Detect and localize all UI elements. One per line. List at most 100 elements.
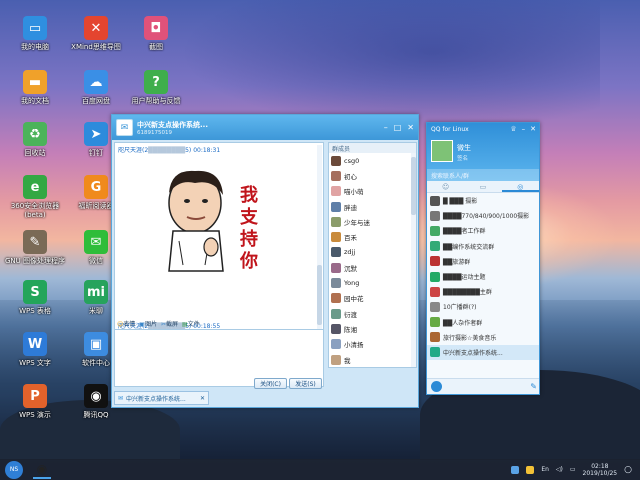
desktop-icon[interactable]: ✎ GNU 图像处理程序 — [5, 230, 65, 266]
folder-icon: ▬ — [23, 70, 47, 94]
member-avatar — [331, 323, 341, 334]
minimize-icon[interactable]: – — [522, 125, 526, 133]
contact-search-input[interactable]: 搜索联系人/群 — [427, 169, 539, 181]
conversation-item[interactable]: ████770/840/900/1000摄影 — [427, 208, 539, 223]
tab-groups[interactable]: ▭ — [464, 181, 501, 192]
close-icon[interactable]: ✕ — [407, 123, 414, 132]
member-row[interactable]: 胖迪 — [329, 199, 416, 214]
conversation-item[interactable]: █ ███ 摄影 — [427, 193, 539, 208]
member-avatar — [331, 186, 341, 197]
desktop-icon[interactable]: ◘ 截图 — [126, 16, 186, 52]
send-button[interactable]: 发送(S) — [289, 378, 322, 389]
wps-sheet-icon: S — [23, 280, 47, 304]
tools-icon[interactable]: ✎ — [530, 382, 537, 391]
member-list-header: 群成员 — [329, 143, 416, 153]
maximize-icon[interactable]: □ — [394, 123, 402, 132]
qq-menu-icon[interactable] — [431, 381, 442, 392]
conversation-item[interactable]: 10广播群(?) — [427, 299, 539, 314]
volume-icon[interactable]: ◁) — [556, 466, 563, 473]
desktop-icon-label: WPS 演示 — [19, 411, 51, 419]
chat-title: 中兴新支点操作系统... — [137, 120, 208, 129]
desktop-icon[interactable]: ♻ 回收站 — [5, 122, 65, 158]
member-name: 少年与迷 — [344, 218, 370, 227]
xmind-icon: ✕ — [84, 16, 108, 40]
conversation-item[interactable]: ██人杂作者群 — [427, 315, 539, 330]
skin-icon[interactable]: ♕ — [510, 125, 516, 133]
signature[interactable]: 签名 — [457, 154, 468, 162]
member-scrollbar[interactable] — [411, 153, 416, 367]
conversation-item[interactable]: ████者工作群 — [427, 223, 539, 238]
member-name: 小清扬 — [344, 341, 364, 350]
tab-close-icon[interactable]: ✕ — [200, 395, 205, 402]
desktop-icon[interactable]: ☁ 百度网盘 — [66, 70, 126, 106]
start-menu-button[interactable]: NS — [5, 460, 23, 479]
desktop-icon[interactable]: S WPS 表格 — [5, 280, 65, 316]
qq-main-panel[interactable]: QQ for Linux ♕ – ✕ 微生 签名 搜索联系人/群 ☺ ▭ ◎ █… — [426, 122, 540, 395]
member-row[interactable]: 沉默 — [329, 260, 416, 275]
conversation-avatar — [430, 225, 440, 236]
chat-session-tab[interactable]: ✉ 中兴新支点操作系统... ✕ — [114, 391, 209, 405]
message-area[interactable]: 咫尺天涯(2████████5) 00:18:31 我支持你 咫尺天涯(2███… — [114, 142, 324, 342]
group-chat-window[interactable]: ✉ 中兴新支点操作系统... 6189175019 – □ ✕ 咫尺天涯(2██… — [111, 114, 419, 408]
conversation-item[interactable]: ████████主群 — [427, 284, 539, 299]
member-row[interactable]: 我 — [329, 352, 416, 367]
desktop-icon[interactable]: ▭ 我的电脑 — [5, 16, 65, 52]
image-tool[interactable]: ▣图片 — [139, 319, 157, 328]
member-row[interactable]: 小清扬 — [329, 337, 416, 352]
emoji-tool[interactable]: ☺表情 — [117, 319, 135, 328]
conversation-item[interactable]: ████运动主题 — [427, 269, 539, 284]
qq-tabs: ☺ ▭ ◎ — [427, 181, 539, 193]
tab-recent[interactable]: ◎ — [501, 181, 539, 192]
conversation-avatar — [430, 347, 440, 358]
member-row[interactable]: zdjj — [329, 245, 416, 260]
avatar[interactable] — [431, 140, 453, 162]
desktop-icon[interactable]: W WPS 文字 — [5, 332, 65, 368]
conversation-name: ██旅游群 — [443, 258, 471, 266]
screenshot-icon: ◘ — [144, 16, 168, 40]
desktop-icon[interactable]: ✕ XMind思维导图 — [66, 16, 126, 52]
conversation-item[interactable]: ██编作系统交流群 — [427, 239, 539, 254]
member-row[interactable]: Yong — [329, 275, 416, 290]
conversation-item[interactable]: 中兴新支点操作系统... — [427, 344, 539, 361]
message-scrollbar[interactable] — [317, 145, 322, 341]
close-chat-button[interactable]: 关闭(C) — [254, 378, 287, 389]
show-desktop-icon[interactable]: ○ — [624, 465, 632, 475]
member-row[interactable]: 初心 — [329, 168, 416, 183]
desktop-icon[interactable]: ? 用户帮助与反馈 — [126, 70, 186, 106]
member-avatar — [331, 216, 341, 227]
member-row[interactable]: 百禾 — [329, 229, 416, 244]
desktop-icon[interactable]: ▬ 我的文档 — [5, 70, 65, 106]
chat-titlebar[interactable]: ✉ 中兴新支点操作系统... 6189175019 – □ ✕ — [112, 115, 418, 140]
member-row[interactable]: 园中花 — [329, 291, 416, 306]
taskbar-qq-icon[interactable]: ◉ — [33, 461, 51, 479]
qq-tray-icon[interactable] — [526, 465, 535, 474]
member-row[interactable]: csg0 — [329, 153, 416, 168]
member-row[interactable]: ~不断桥烟雨~ — [329, 367, 416, 368]
member-name: Yong — [344, 279, 360, 288]
tab-contacts[interactable]: ☺ — [427, 181, 464, 192]
member-avatar — [331, 308, 341, 319]
screenshot-tool[interactable]: ✂截屏 — [161, 319, 178, 328]
shield-icon[interactable] — [511, 465, 520, 474]
minimize-icon[interactable]: – — [384, 123, 388, 132]
member-row[interactable]: 少年与迷 — [329, 214, 416, 229]
file-tool[interactable]: ▤文件 — [182, 319, 200, 328]
conversation-item[interactable]: ██旅游群 — [427, 254, 539, 269]
member-name: 衍渡 — [344, 310, 357, 319]
network-icon[interactable]: ▭ — [570, 466, 576, 473]
recycle-bin-icon: ♻ — [23, 122, 47, 146]
member-name: 胖迪 — [344, 203, 357, 212]
conversation-item[interactable]: 旅行摄影☆美食音乐 — [427, 330, 539, 345]
member-row[interactable]: 喵小萌 — [329, 184, 416, 199]
desktop-icon[interactable]: P WPS 演示 — [5, 384, 65, 420]
clock[interactable]: 02:18 2019/10/25 — [583, 463, 618, 477]
member-row[interactable]: 陈湘 — [329, 321, 416, 336]
desktop-icon-label: XMind思维导图 — [71, 43, 121, 51]
desktop-icon[interactable]: e 360安全浏览器 (beta) — [5, 175, 65, 220]
member-list[interactable]: 群成员 csg0 初心 喵小萌胖迪少年与迷百禾 zdjj 沉默 Yong 园中花衍渡陈湘小清… — [328, 142, 417, 368]
member-row[interactable]: 衍渡 — [329, 306, 416, 321]
desktop-icon-label: GNU 图像处理程序 — [5, 257, 66, 265]
close-icon[interactable]: ✕ — [530, 125, 536, 133]
input-method-indicator[interactable]: En — [541, 466, 549, 473]
chat-group-id: 6189175019 — [137, 129, 172, 136]
